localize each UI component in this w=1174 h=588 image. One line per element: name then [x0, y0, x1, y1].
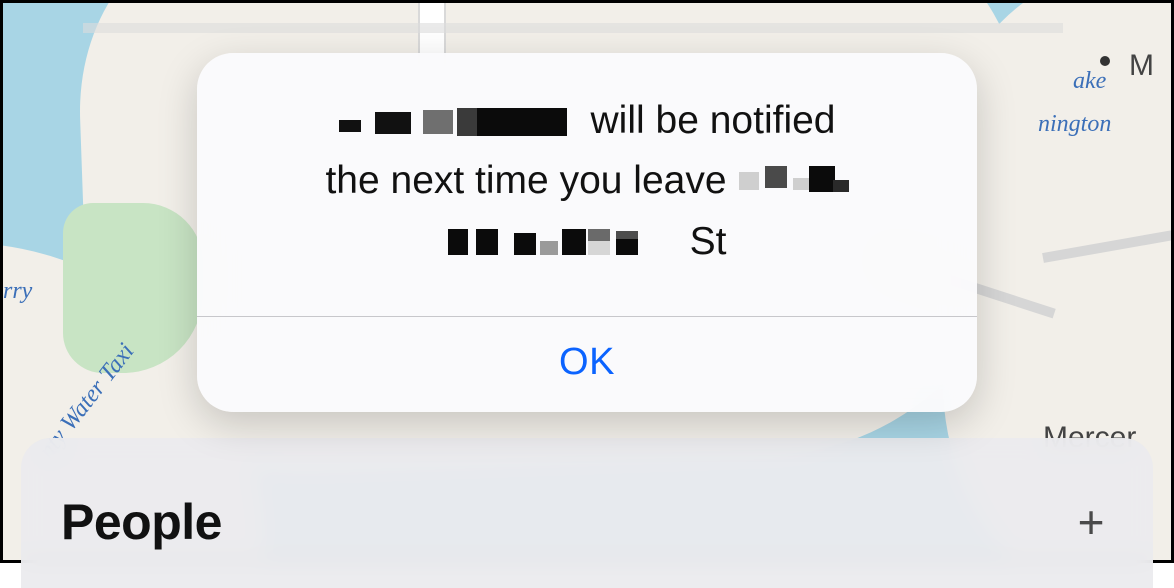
people-sheet[interactable]: People + [21, 438, 1153, 588]
alert-text: the next time you leave [325, 151, 726, 211]
alert-text: will be notified [591, 91, 836, 151]
alert-line-2: the next time you leave [249, 151, 925, 211]
map-label-lake-line1: ake [1073, 68, 1106, 95]
map-road [83, 23, 1063, 33]
alert-body: will be notified the next time you leave [197, 53, 977, 316]
alert-line-3: St [249, 212, 925, 272]
map-label-ferry: rry [3, 278, 32, 305]
alert-line-1: will be notified [249, 91, 925, 151]
redacted-address-2 [448, 227, 678, 257]
add-person-button[interactable]: + [1069, 499, 1113, 545]
notification-alert: will be notified the next time you leave [197, 53, 977, 412]
sheet-title: People [61, 493, 222, 551]
alert-text: St [690, 212, 727, 272]
map-label-m: M [1129, 49, 1154, 83]
map-label-lake-line2: nington [1038, 111, 1111, 138]
redacted-address-1 [739, 166, 849, 198]
redacted-name [339, 106, 579, 136]
alert-actions: OK [197, 317, 977, 412]
ok-button[interactable]: OK [197, 317, 977, 412]
map-poi-dot [1100, 56, 1110, 66]
